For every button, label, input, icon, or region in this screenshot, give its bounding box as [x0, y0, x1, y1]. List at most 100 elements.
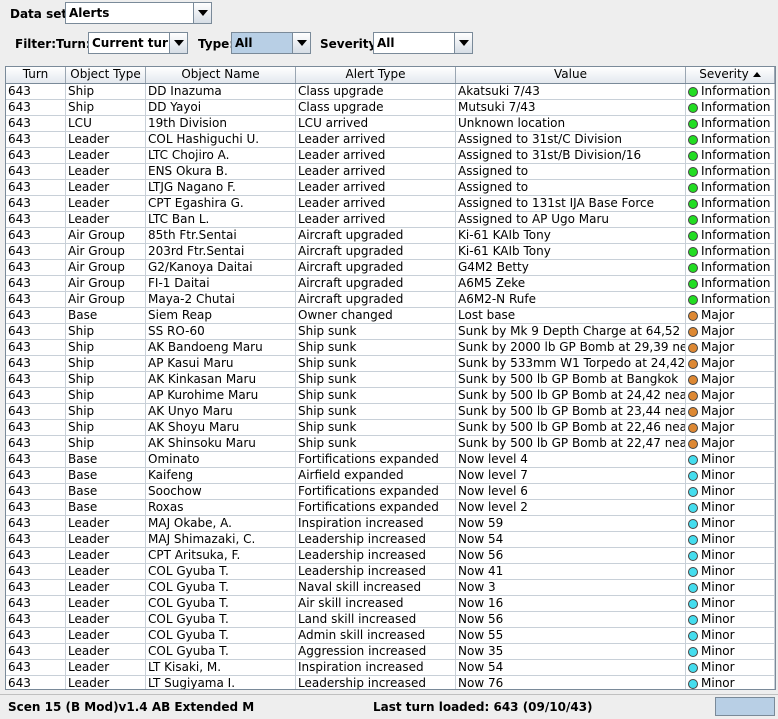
table-row[interactable]: 643 Ship AP Kurohime Maru Ship sunk Sunk by …	[6, 388, 775, 404]
table-row[interactable]: 643 Air Group G2/Kanoya Daitai Aircraft upg…	[6, 260, 775, 276]
cell-text: 643	[8, 580, 31, 594]
table-row[interactable]: 643 Leader CPT Aritsuka, F. Leadership incr…	[6, 548, 775, 564]
cell-text: Information	[701, 228, 771, 242]
table-row[interactable]: 643 Ship AK Shoyu Maru Ship sunk Sunk by 500…	[6, 420, 775, 436]
cell-value: Sunk by 500 lb GP Bomb at 22,46 near ...	[456, 420, 686, 436]
table-row[interactable]: 643 Base Soochow Fortifications expanded Now…	[6, 484, 775, 500]
table-row[interactable]: 643 Base Kaifeng Airfield expanded Now level…	[6, 468, 775, 484]
cell-value: A6M5 Zeke	[456, 276, 686, 292]
cell-object-type: Leader	[66, 660, 146, 676]
table-row[interactable]: 643 Leader LTC Ban L. Leader arrived Assigne…	[6, 212, 775, 228]
table-row[interactable]: 643 Ship AK Shinsoku Maru Ship sunk Sunk by …	[6, 436, 775, 452]
cell-text: COL Hashiguchi U.	[148, 132, 260, 146]
column-header-value[interactable]: Value	[456, 67, 686, 83]
table-row[interactable]: 643 Ship AK Kinkasan Maru Ship sunk Sunk by …	[6, 372, 775, 388]
table-row[interactable]: 643 Ship DD Yayoi Class upgrade Mutsuki 7/43…	[6, 100, 775, 116]
table-row[interactable]: 643 Base Siem Reap Owner changed Lost base Ma…	[6, 308, 775, 324]
table-row[interactable]: 643 Base Ominato Fortifications expanded Now…	[6, 452, 775, 468]
chevron-down-icon[interactable]	[292, 33, 310, 53]
table-row[interactable]: 643 Leader MAJ Shimazaki, C. Leadership inc…	[6, 532, 775, 548]
cell-severity: Minor	[686, 500, 775, 516]
cell-text: AK Unyo Maru	[148, 404, 233, 418]
cell-severity: Information	[686, 196, 775, 212]
table-row[interactable]: 643 Leader COL Gyuba T. Land skill increase…	[6, 612, 775, 628]
table-row[interactable]: 643 Leader COL Hashiguchi U. Leader arrived…	[6, 132, 775, 148]
chevron-down-icon[interactable]	[454, 33, 472, 53]
cell-object-type: LCU	[66, 116, 146, 132]
table-row[interactable]: 643 Leader COL Gyuba T. Air skill increased…	[6, 596, 775, 612]
cell-severity: Minor	[686, 644, 775, 660]
cell-text: Information	[701, 116, 771, 130]
cell-text: MAJ Okabe, A.	[148, 516, 232, 530]
column-header-severity[interactable]: Severity	[686, 67, 775, 83]
severity-filter-dropdown[interactable]: All	[373, 32, 473, 54]
column-header-label: Object Type	[70, 67, 141, 81]
table-row[interactable]: 643 Leader MAJ Okabe, A. Inspiration increa…	[6, 516, 775, 532]
table-body: 643 Ship DD Inazuma Class upgrade Akatsuki 7…	[6, 84, 775, 689]
table-row[interactable]: 643 Leader COL Gyuba T. Admin skill increas…	[6, 628, 775, 644]
cell-text: Leader	[68, 612, 110, 626]
cell-text: Now 41	[458, 564, 504, 578]
table-row[interactable]: 643 Ship AK Bandoeng Maru Ship sunk Sunk by …	[6, 340, 775, 356]
cell-object-type: Leader	[66, 196, 146, 212]
turn-filter-dropdown[interactable]: Current turn	[88, 32, 188, 54]
cell-text: AK Shinsoku Maru	[148, 436, 256, 450]
table-row[interactable]: 643 LCU 19th Division LCU arrived Unknown lo…	[6, 116, 775, 132]
dataset-dropdown[interactable]: Alerts	[65, 2, 212, 24]
cell-value: Ki-61 KAIb Tony	[456, 244, 686, 260]
table-row[interactable]: 643 Air Group Maya-2 Chutai Aircraft upgrad…	[6, 292, 775, 308]
chevron-down-icon[interactable]	[169, 33, 187, 53]
cell-object-name: DD Inazuma	[146, 84, 296, 100]
type-filter-dropdown[interactable]: All	[231, 32, 311, 54]
cell-text: Fortifications expanded	[298, 500, 439, 514]
table-row[interactable]: 643 Air Group 85th Ftr.Sentai Aircraft upgr…	[6, 228, 775, 244]
table-row[interactable]: 643 Leader LTJG Nagano F. Leader arrived Ass…	[6, 180, 775, 196]
table-row[interactable]: 643 Leader COL Gyuba T. Naval skill increas…	[6, 580, 775, 596]
cell-text: Fortifications expanded	[298, 452, 439, 466]
chevron-down-icon[interactable]	[193, 3, 211, 23]
table-row[interactable]: 643 Ship SS RO-60 Ship sunk Sunk by Mk 9 Dep…	[6, 324, 775, 340]
table-row[interactable]: 643 Air Group 203rd Ftr.Sentai Aircraft upg…	[6, 244, 775, 260]
cell-value: Now level 2	[456, 500, 686, 516]
cell-text: Ship	[68, 388, 95, 402]
table-row[interactable]: 643 Ship AP Kasui Maru Ship sunk Sunk by 533…	[6, 356, 775, 372]
table-row[interactable]: 643 Leader LTC Chojiro A. Leader arrived Ass…	[6, 148, 775, 164]
table-row[interactable]: 643 Leader ENS Okura B. Leader arrived Assig…	[6, 164, 775, 180]
alerts-table[interactable]: Turn Object Type Object Name Alert Type Valu…	[5, 66, 776, 690]
severity-dot-icon	[688, 231, 698, 241]
table-row[interactable]: 643 Base Roxas Fortifications expanded Now l…	[6, 500, 775, 516]
cell-object-type: Air Group	[66, 244, 146, 260]
table-row[interactable]: 643 Leader LT Kisaki, M. Inspiration increa…	[6, 660, 775, 676]
cell-severity: Information	[686, 276, 775, 292]
cell-text: Information	[701, 276, 771, 290]
cell-alert-type: Leader arrived	[296, 196, 456, 212]
column-header-object-name[interactable]: Object Name	[146, 67, 296, 83]
table-row[interactable]: 643 Leader COL Gyuba T. Leadership increase…	[6, 564, 775, 580]
cell-text: Ship sunk	[298, 404, 357, 418]
cell-text: Airfield expanded	[298, 468, 404, 482]
cell-text: AK Bandoeng Maru	[148, 340, 263, 354]
cell-text: 643	[8, 468, 31, 482]
column-header-turn[interactable]: Turn	[6, 67, 66, 83]
cell-text: 643	[8, 372, 31, 386]
cell-alert-type: Aircraft upgraded	[296, 276, 456, 292]
type-label: Type:	[198, 37, 235, 51]
cell-alert-type: Class upgrade	[296, 84, 456, 100]
column-header-object-type[interactable]: Object Type	[66, 67, 146, 83]
severity-dot-icon	[688, 183, 698, 193]
table-row[interactable]: 643 Leader LT Sugiyama I. Leadership increa…	[6, 676, 775, 689]
column-header-alert-type[interactable]: Alert Type	[296, 67, 456, 83]
cell-text: AK Shoyu Maru	[148, 420, 240, 434]
cell-value: Assigned to 131st IJA Base Force	[456, 196, 686, 212]
table-row[interactable]: 643 Ship AK Unyo Maru Ship sunk Sunk by 500 …	[6, 404, 775, 420]
cell-text: 643	[8, 212, 31, 226]
cell-object-name: AK Bandoeng Maru	[146, 340, 296, 356]
table-row[interactable]: 643 Ship DD Inazuma Class upgrade Akatsuki 7…	[6, 84, 775, 100]
table-row[interactable]: 643 Leader COL Gyuba T. Aggression increase…	[6, 644, 775, 660]
cell-object-type: Ship	[66, 388, 146, 404]
table-row[interactable]: 643 Air Group FI-1 Daitai Aircraft upgraded…	[6, 276, 775, 292]
table-row[interactable]: 643 Leader CPT Egashira G. Leader arrived As…	[6, 196, 775, 212]
cell-text: Sunk by 500 lb GP Bomb at 22,47 near ...	[458, 436, 686, 450]
cell-object-type: Air Group	[66, 228, 146, 244]
cell-severity: Information	[686, 228, 775, 244]
